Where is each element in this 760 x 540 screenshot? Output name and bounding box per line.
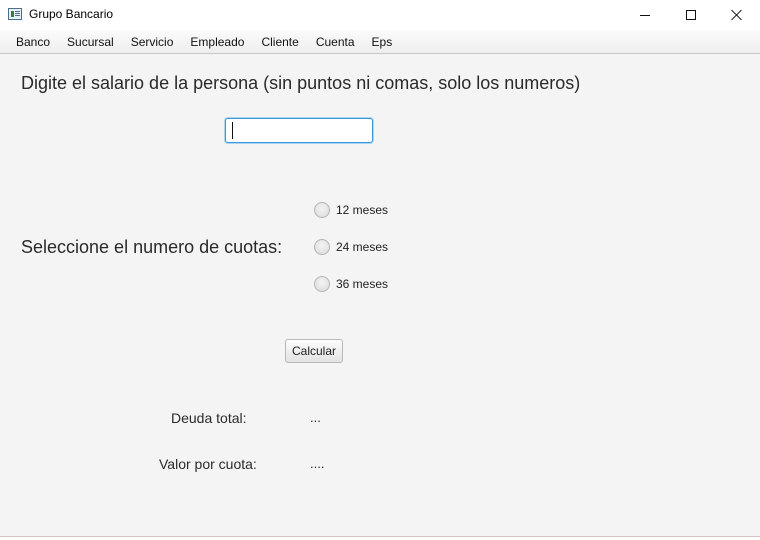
total-debt-label: Deuda total:	[171, 410, 247, 426]
window-title: Grupo Bancario	[29, 7, 114, 21]
title-bar: Grupo Bancario	[0, 0, 760, 30]
radio-circle-icon[interactable]	[314, 202, 330, 218]
installment-value: ....	[310, 456, 325, 471]
menu-banco[interactable]: Banco	[8, 30, 59, 54]
app-window-icon	[8, 8, 22, 20]
menu-bar: Banco Sucursal Servicio Empleado Cliente…	[0, 30, 760, 54]
radio-36-months-label: 36 meses	[336, 277, 389, 291]
radio-36-months[interactable]: 36 meses	[314, 276, 388, 292]
radio-circle-icon[interactable]	[314, 276, 330, 292]
minimize-button[interactable]	[622, 0, 668, 30]
radio-24-months[interactable]: 24 meses	[314, 239, 388, 255]
radio-12-months-label: 12 meses	[336, 203, 389, 217]
close-button[interactable]	[714, 0, 760, 30]
menu-empleado[interactable]: Empleado	[182, 30, 253, 54]
radio-24-months-label: 24 meses	[336, 240, 389, 254]
minimize-icon	[640, 14, 650, 16]
menu-cliente[interactable]: Cliente	[253, 30, 307, 54]
total-debt-value: ...	[310, 410, 321, 425]
salary-prompt: Digite el salario de la persona (sin pun…	[21, 73, 581, 93]
installments-prompt: Seleccione el numero de cuotas:	[21, 237, 283, 257]
salary-input[interactable]	[225, 118, 373, 143]
menu-cuenta[interactable]: Cuenta	[308, 30, 364, 54]
menu-eps[interactable]: Eps	[364, 30, 402, 54]
close-icon	[731, 9, 743, 21]
menu-sucursal[interactable]: Sucursal	[59, 30, 123, 54]
text-caret	[232, 122, 233, 139]
window-bottom-edge	[0, 536, 760, 540]
form-panel: Digite el salario de la persona (sin pun…	[0, 54, 760, 536]
maximize-icon	[686, 10, 696, 20]
maximize-button[interactable]	[668, 0, 714, 30]
installment-value-label: Valor por cuota:	[159, 456, 257, 472]
calculate-button[interactable]: Calcular	[285, 339, 343, 363]
menu-servicio[interactable]: Servicio	[123, 30, 183, 54]
radio-circle-icon[interactable]	[314, 239, 330, 255]
radio-12-months[interactable]: 12 meses	[314, 202, 388, 218]
